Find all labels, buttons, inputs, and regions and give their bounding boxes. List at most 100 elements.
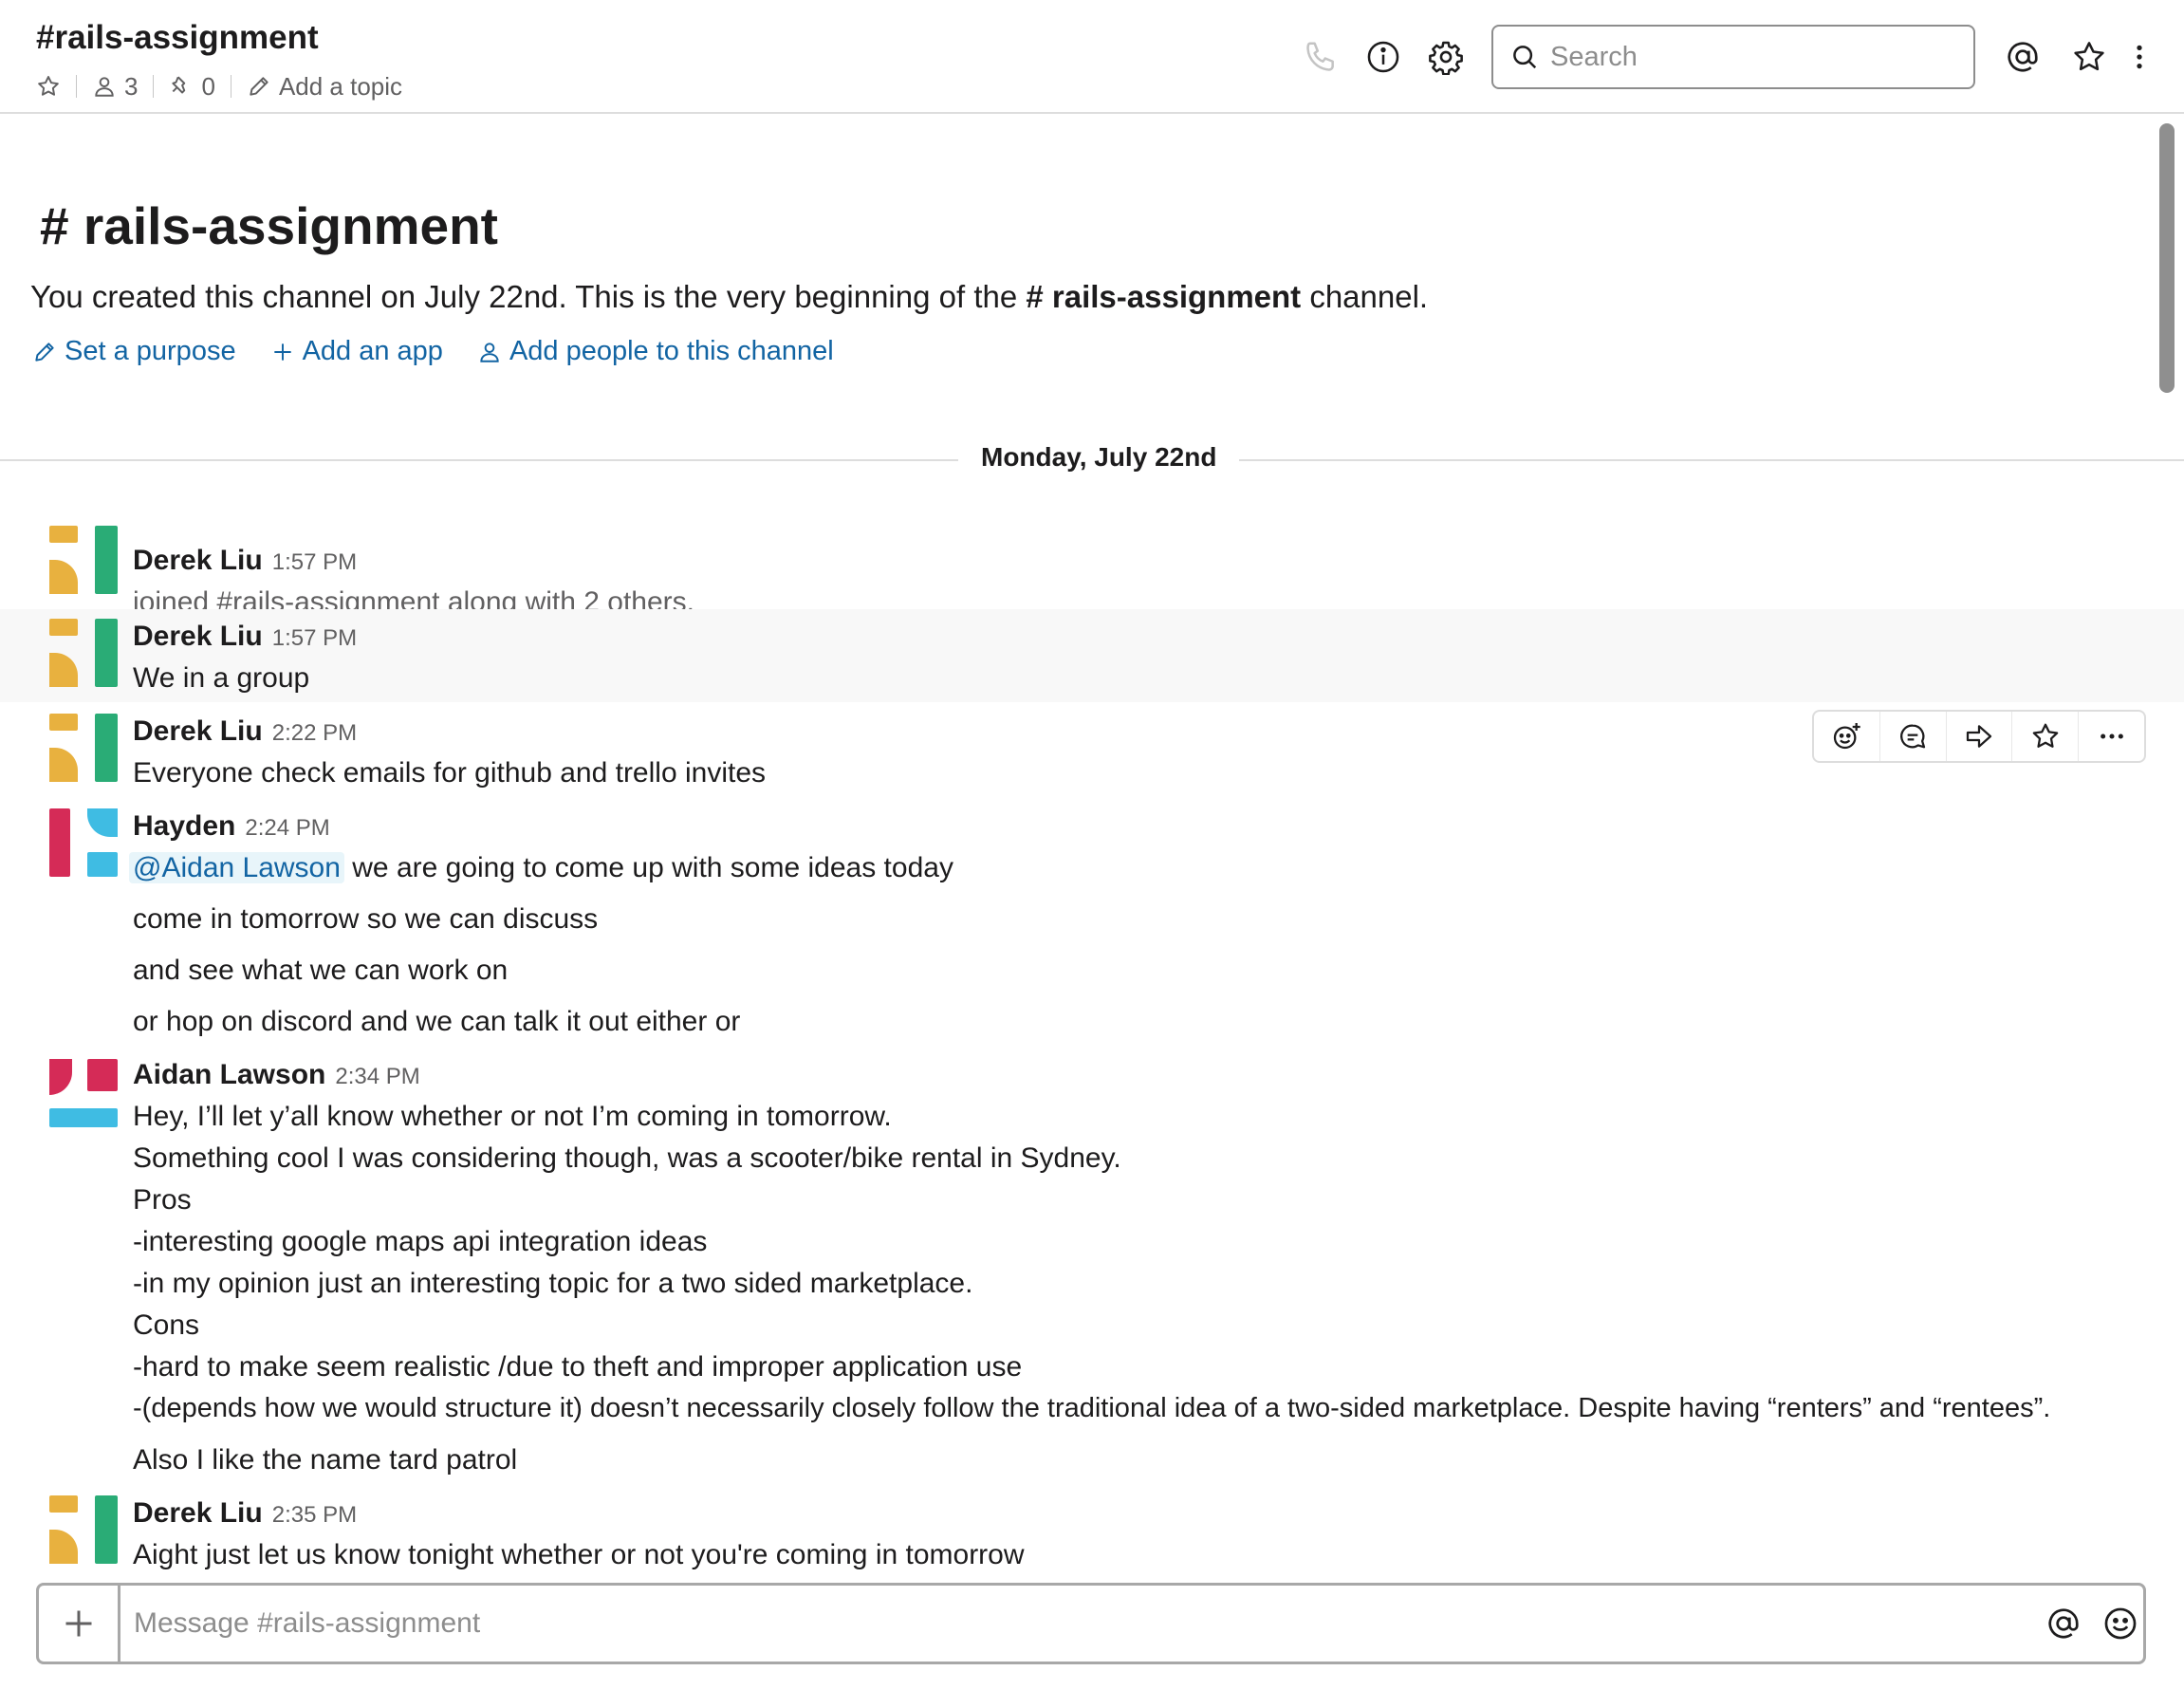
message-text: Aight just let us know tonight whether o… [133,1539,1025,1570]
intro-desc-text-end: channel. [1301,279,1429,314]
avatar-derek-liu[interactable] [49,619,118,687]
message-item[interactable]: Derek Liu 2:35 PM Aight just let us know… [0,1486,2184,1575]
call-button[interactable] [1300,36,1342,78]
message-text: Cons [133,1309,200,1341]
meta-divider [76,75,77,98]
pencil-icon [35,342,54,362]
channel-intro-title: # rails-assignment [40,195,498,256]
message-author[interactable]: Derek Liu [133,621,263,653]
intro-channel-link[interactable]: # rails-assignment [1026,279,1301,314]
mentions-button[interactable] [2002,36,2044,78]
message-header: Derek Liu 2:35 PM [133,1497,357,1530]
channel-intro-description: You created this channel on July 22nd. T… [30,279,1428,315]
avatar-identicon [49,526,118,594]
message-timestamp[interactable]: 2:24 PM [245,815,329,842]
attach-button[interactable] [39,1586,120,1662]
search-icon [1513,46,1537,69]
message-author[interactable]: Derek Liu [133,545,263,577]
share-message-icon [1966,725,1992,748]
message-text: We in a group [133,662,310,694]
message-timestamp[interactable]: 1:57 PM [272,549,357,576]
message-author[interactable]: Aidan Lawson [133,1059,325,1091]
message-header: Derek Liu 1:57 PM [133,621,357,653]
start-thread-button[interactable] [1880,712,1947,761]
avatar-identicon [49,619,118,687]
message-timestamp[interactable]: 2:34 PM [335,1064,419,1090]
pencil-icon [250,77,268,96]
message-text: Also I like the name tard patrol [133,1444,518,1476]
message-item[interactable]: Derek Liu 1:57 PM joined #rails-assignme… [0,514,2184,618]
more-actions-icon [2100,733,2123,739]
info-icon [1367,41,1399,73]
set-purpose-link[interactable]: Set a purpose [32,336,236,367]
channel-settings-button[interactable] [1425,36,1467,78]
channel-title[interactable]: #rails-assignment [36,19,319,57]
avatar-identicon [49,808,118,877]
channel-details-button[interactable] [1362,36,1404,78]
avatar-aidan-lawson[interactable] [49,1059,118,1127]
message-text: -in my opinion just an interesting topic… [133,1268,973,1299]
plus-icon [65,1610,91,1637]
message-header: Hayden 2:24 PM [133,810,330,843]
message-timestamp[interactable]: 1:57 PM [272,625,357,652]
at-sign-icon [2008,42,2038,72]
composer-mention-button[interactable] [2045,1605,2082,1643]
add-topic-button[interactable]: Add a topic [247,72,402,102]
save-message-button[interactable] [2012,712,2080,761]
add-people-link[interactable]: Add people to this channel [477,336,834,367]
message-actions-toolbar [1812,710,2146,763]
message-text: or hop on discord and we can talk it out… [133,1006,741,1037]
channel-hash: # [40,196,69,255]
starred-items-button[interactable] [2068,36,2110,78]
avatar-derek-liu[interactable] [49,714,118,782]
message-input[interactable] [134,1601,2012,1646]
message-item-hovered[interactable]: Derek Liu 1:57 PM We in a group [0,609,2184,702]
slack-channel-window: #rails-assignment 3 0 Add a topic Search… [0,0,2184,1708]
message-author[interactable]: Derek Liu [133,1497,263,1530]
person-icon [95,77,114,97]
more-menu-button[interactable] [2125,36,2154,78]
message-text: @Aidan Lawson we are going to come up wi… [129,852,953,884]
message-author[interactable]: Derek Liu [133,715,263,748]
star-channel-button[interactable] [36,74,61,99]
add-people-label: Add people to this channel [509,336,834,366]
message-timestamp[interactable]: 2:22 PM [272,720,357,747]
message-text: -(depends how we would structure it) doe… [133,1393,2051,1423]
user-mention[interactable]: @Aidan Lawson [129,852,344,883]
message-text: Hey, I’ll let y’all know whether or not … [133,1101,892,1132]
message-text: -hard to make seem realistic /due to the… [133,1351,1023,1383]
day-divider-label[interactable]: Monday, July 22nd [958,442,1240,473]
message-author[interactable]: Hayden [133,810,235,843]
kebab-menu-icon [2137,45,2142,69]
member-count: 3 [124,71,139,101]
meta-divider [153,75,155,98]
message-text-segment: we are going to come up with some ideas … [343,852,953,883]
pinned-count-button[interactable]: 0 [169,72,215,102]
message-item[interactable]: Aidan Lawson 2:34 PM Hey, I’ll let y’all… [0,1048,2184,1484]
channel-meta: 3 0 Add a topic [36,70,402,102]
add-app-link[interactable]: Add an app [270,336,443,367]
composer-emoji-button[interactable] [2101,1605,2139,1643]
message-text: Pros [133,1184,192,1216]
message-text: -interesting google maps api integration… [133,1226,708,1257]
message-timestamp[interactable]: 2:35 PM [272,1502,357,1529]
add-app-label: Add an app [302,336,443,366]
search-box[interactable] [1491,25,1975,89]
share-message-button[interactable] [1947,712,2013,761]
avatar-identicon [49,714,118,782]
add-reaction-button[interactable] [1814,712,1880,761]
member-count-button[interactable]: 3 [92,72,138,102]
more-actions-button[interactable] [2079,712,2144,761]
message-header: Derek Liu 1:57 PM [133,545,357,577]
avatar-hayden[interactable] [49,808,118,877]
gear-icon [1429,41,1463,75]
avatar-identicon [49,1495,118,1564]
avatar-derek-liu[interactable] [49,526,118,594]
add-topic-label: Add a topic [278,71,403,101]
avatar-derek-liu[interactable] [49,1495,118,1564]
avatar-identicon [49,1059,118,1127]
start-thread-icon [1900,724,1926,749]
search-input[interactable] [1550,41,1949,73]
message-text: and see what we can work on [133,955,509,986]
message-header: Derek Liu 2:22 PM [133,715,357,748]
